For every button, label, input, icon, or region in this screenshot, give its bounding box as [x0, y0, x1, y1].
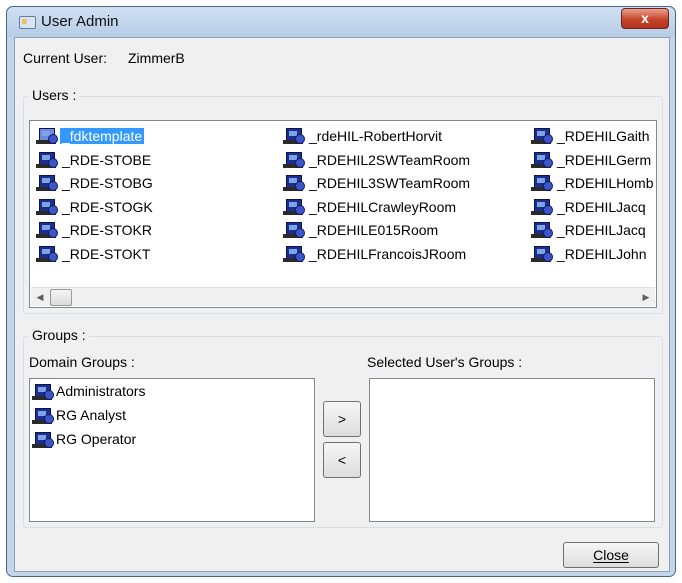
- domain-group-label: RG Operator: [56, 431, 137, 447]
- user-computer-icon: [36, 127, 58, 145]
- user-computer-icon: [36, 151, 58, 169]
- domain-group-item[interactable]: Administrators: [32, 381, 145, 403]
- user-list-item[interactable]: _RDEHILCrawleyRoom: [283, 196, 458, 218]
- user-list-item[interactable]: _RDEHIL3SWTeamRoom: [283, 172, 472, 194]
- user-computer-icon: [531, 127, 553, 145]
- user-list-item[interactable]: _RDE-STOBE: [36, 149, 153, 171]
- scroll-thumb[interactable]: [50, 289, 72, 306]
- user-admin-window: User Admin x Current User: ZimmerB Users…: [6, 6, 676, 577]
- domain-group-label: RG Analyst: [56, 407, 127, 423]
- user-list-item-label: _RDEHILCrawleyRoom: [309, 198, 457, 215]
- user-list-item-label: _RDE-STOGK: [62, 198, 153, 215]
- user-list-item[interactable]: _RDEHILJacq: [531, 219, 648, 241]
- user-computer-icon: [531, 198, 553, 216]
- selected-groups-label: Selected User's Groups :: [367, 354, 523, 370]
- user-computer-icon: [283, 221, 305, 239]
- user-list-item[interactable]: _RDEHILHomb: [531, 172, 655, 194]
- user-computer-icon: [531, 221, 553, 239]
- user-list-item[interactable]: _RDE-STOGK: [36, 196, 155, 218]
- domain-group-item[interactable]: RG Operator: [32, 429, 136, 451]
- user-list-item-label: _RDEHIL3SWTeamRoom: [309, 175, 471, 192]
- user-list-item-label: _RDEHILGerm: [557, 151, 652, 168]
- user-list-item-label: _RDEHILHomb: [557, 175, 654, 192]
- remove-group-button[interactable]: <: [323, 442, 361, 478]
- user-list-item-label: _RDE-STOKR: [62, 222, 152, 239]
- user-list-item-label: _fdktemplate: [60, 128, 145, 145]
- user-list-item-label: _RDE-STOKT: [62, 245, 151, 262]
- user-list-item[interactable]: _RDE-STOKR: [36, 219, 154, 241]
- user-computer-icon: [531, 151, 553, 169]
- scroll-left-icon[interactable]: ◀: [31, 288, 49, 306]
- user-computer-icon: [36, 221, 58, 239]
- window-close-button[interactable]: x: [621, 8, 669, 29]
- user-computer-icon: [32, 407, 54, 425]
- user-list-item[interactable]: _RDEHILGaith: [531, 125, 652, 147]
- user-computer-icon: [32, 431, 54, 449]
- user-list-item-label: _RDEHIL2SWTeamRoom: [309, 151, 471, 168]
- user-list-item[interactable]: _RDEHILE015Room: [283, 219, 440, 241]
- user-list-item-label: _RDE-STOBG: [62, 175, 153, 192]
- user-computer-icon: [36, 245, 58, 263]
- current-user-label: Current User:: [23, 50, 108, 66]
- user-list-item-label: _RDE-STOBE: [62, 151, 152, 168]
- user-list-item[interactable]: _RDEHIL2SWTeamRoom: [283, 149, 472, 171]
- domain-groups-list[interactable]: Administrators RG Analyst RG Operator: [29, 378, 315, 522]
- user-computer-icon: [283, 127, 305, 145]
- user-list-item[interactable]: _RDEHILGerm: [531, 149, 653, 171]
- user-list-item[interactable]: _RDE-STOKT: [36, 243, 152, 265]
- user-list-item-label: _RDEHILFrancoisJRoom: [309, 245, 467, 262]
- user-list-item[interactable]: _RDE-STOBG: [36, 172, 155, 194]
- user-list-item[interactable]: _rdeHIL-RobertHorvit: [283, 125, 444, 147]
- user-list-item[interactable]: _RDEHILFrancoisJRoom: [283, 243, 468, 265]
- user-computer-icon: [32, 383, 54, 401]
- user-computer-icon: [531, 245, 553, 263]
- user-computer-icon: [283, 174, 305, 192]
- domain-groups-label: Domain Groups :: [29, 354, 135, 370]
- user-list-item[interactable]: _RDEHILJacq: [531, 196, 648, 218]
- user-computer-icon: [283, 198, 305, 216]
- user-list-item-label: _RDEHILJacq: [557, 222, 646, 239]
- current-user-value: ZimmerB: [128, 50, 185, 66]
- user-list-item[interactable]: _fdktemplate: [36, 125, 145, 147]
- user-computer-icon: [531, 174, 553, 192]
- domain-group-item[interactable]: RG Analyst: [32, 405, 126, 427]
- groups-legend: Groups :: [29, 327, 89, 343]
- close-button[interactable]: Close: [563, 542, 659, 568]
- user-computer-icon: [36, 174, 58, 192]
- user-list-item-label: _RDEHILGaith: [557, 128, 650, 145]
- user-list-item-label: _RDEHILE015Room: [309, 222, 439, 239]
- title-bar[interactable]: User Admin x: [7, 7, 675, 37]
- users-hscrollbar[interactable]: ◀ ▶: [31, 287, 655, 306]
- add-group-button[interactable]: >: [323, 401, 361, 437]
- users-listview[interactable]: _fdktemplate _RDE-STOBE _RDE-STOBG _RDE-STO…: [29, 120, 657, 308]
- close-button-label: Close: [593, 547, 629, 563]
- app-icon: [19, 16, 36, 29]
- user-list-item-label: _RDEHILJohn: [557, 245, 647, 262]
- user-list-item-label: _RDEHILJacq: [557, 198, 646, 215]
- user-computer-icon: [283, 151, 305, 169]
- window-title: User Admin: [41, 13, 119, 30]
- selected-groups-list[interactable]: [369, 378, 655, 522]
- user-list-item[interactable]: _RDEHILJohn: [531, 243, 649, 265]
- domain-group-label: Administrators: [56, 383, 146, 399]
- user-computer-icon: [283, 245, 305, 263]
- dialog-body: Current User: ZimmerB Users : _fdktempla…: [14, 37, 670, 572]
- scroll-right-icon[interactable]: ▶: [637, 288, 655, 306]
- users-legend: Users :: [29, 87, 80, 103]
- user-computer-icon: [36, 198, 58, 216]
- user-list-item-label: _rdeHIL-RobertHorvit: [309, 128, 443, 145]
